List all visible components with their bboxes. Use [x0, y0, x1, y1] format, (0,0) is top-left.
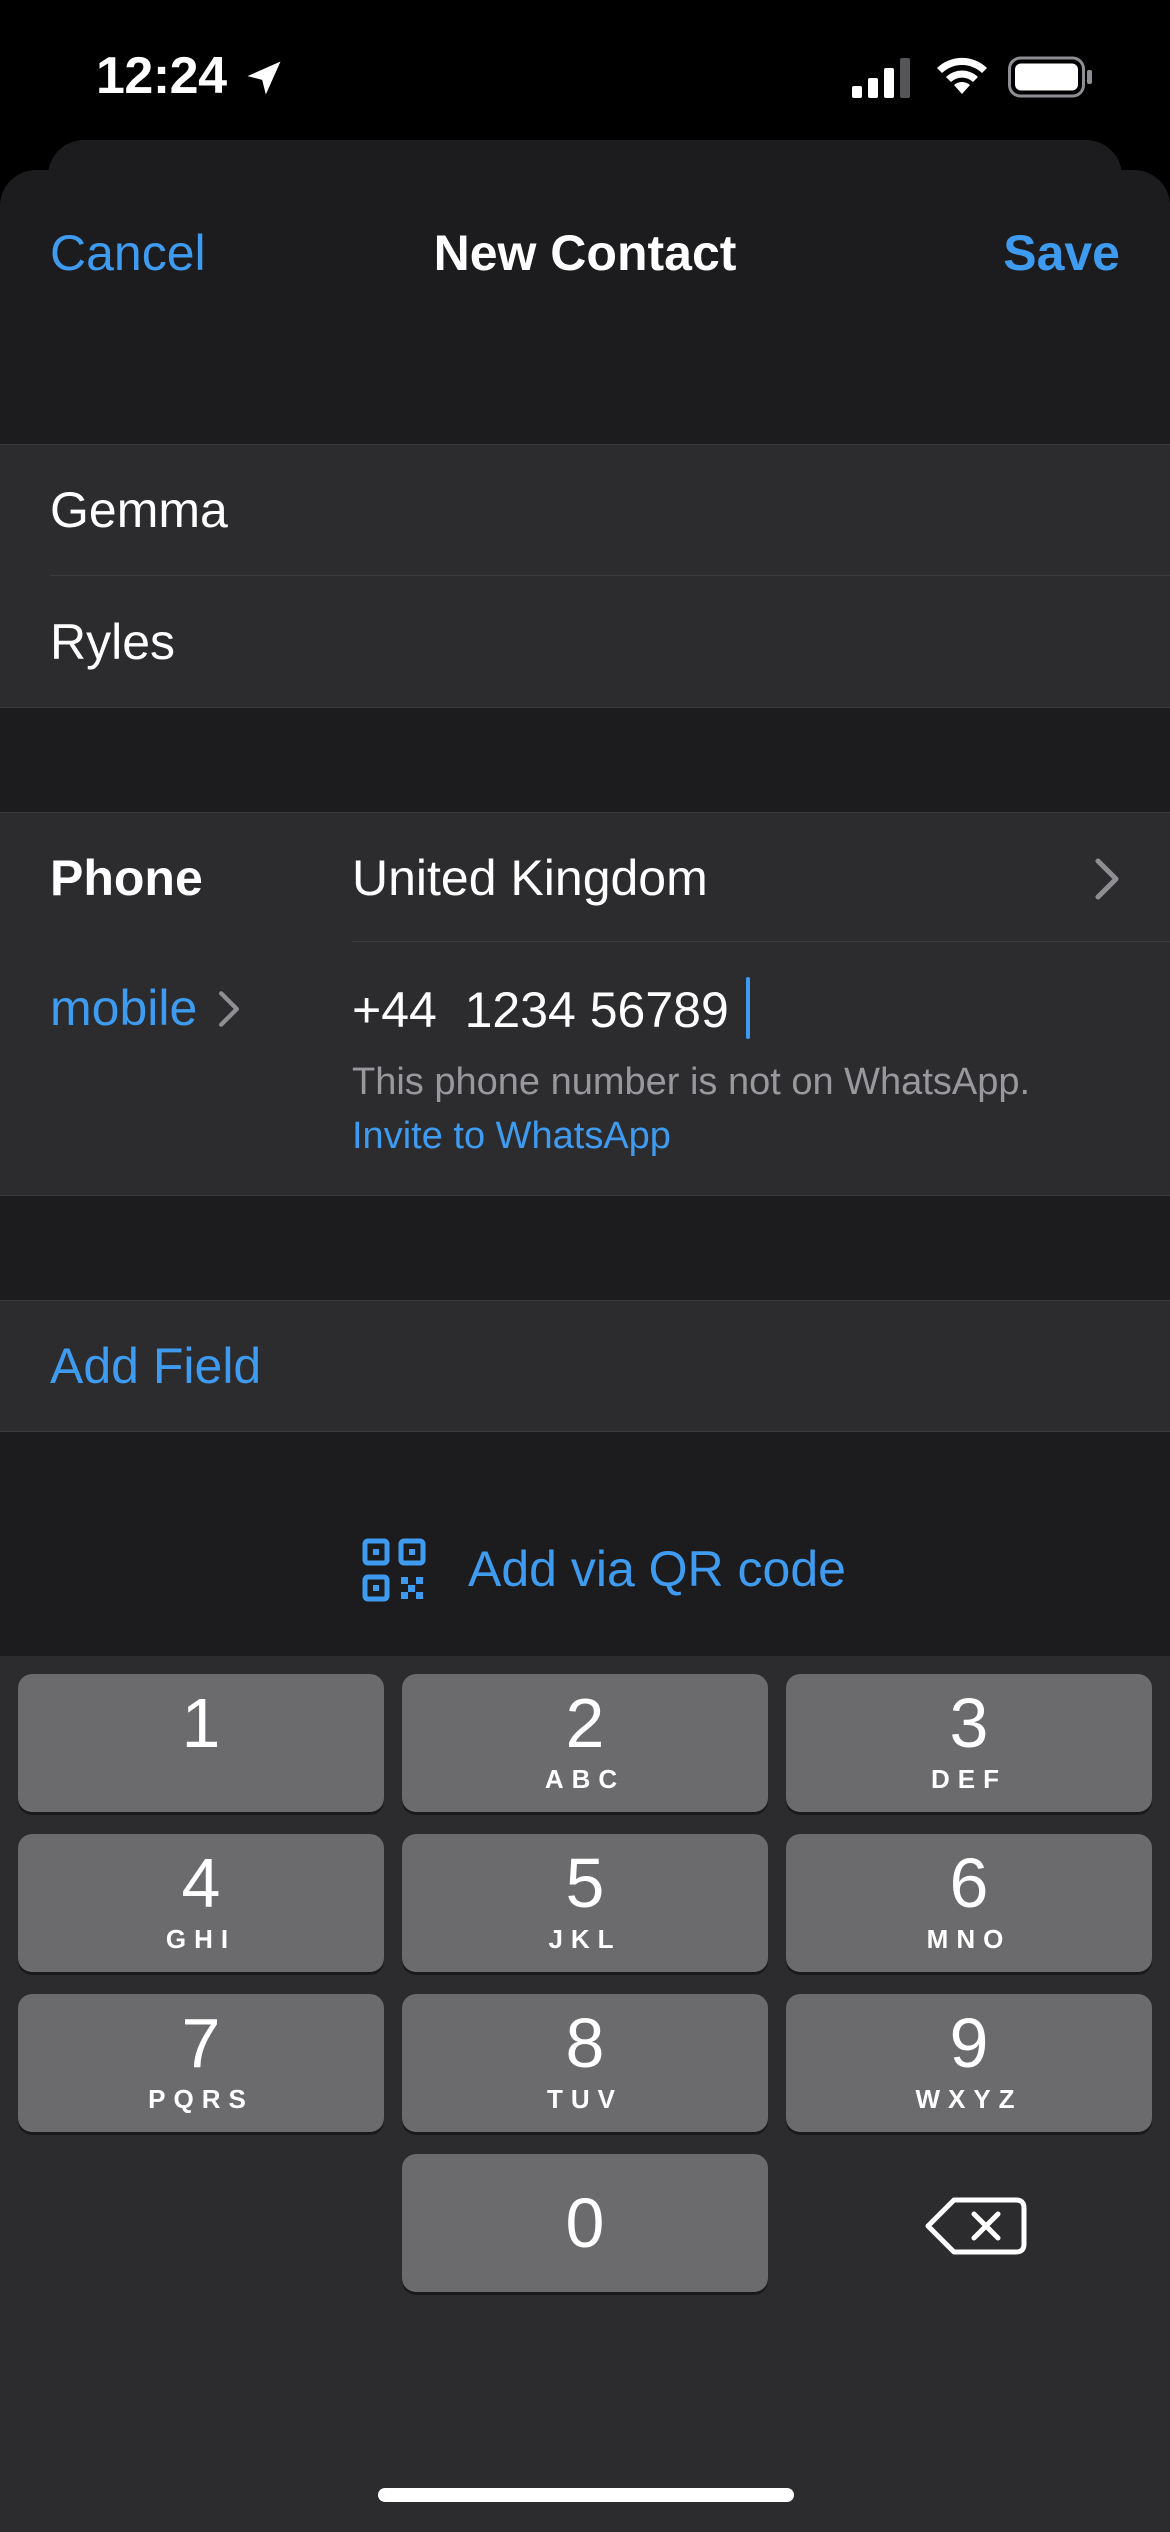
key-1[interactable]: 1	[18, 1674, 384, 1812]
chevron-right-icon	[1095, 858, 1119, 900]
add-field-row[interactable]: Add Field	[0, 1300, 1170, 1432]
add-via-qr-label: Add via QR code	[468, 1541, 846, 1597]
page-title: New Contact	[433, 225, 737, 281]
key-letters: GHI	[165, 1924, 237, 1954]
key-letters: PQRS	[148, 2084, 254, 2114]
new-contact-sheet: Cancel New Contact Save Gemma Ryles Phon…	[0, 170, 1170, 2532]
first-name-field[interactable]: Gemma	[0, 445, 1170, 575]
key-digit: 3	[949, 1684, 989, 1762]
key-letters: WXYZ	[915, 2084, 1023, 2114]
phone-number-input[interactable]	[352, 975, 1132, 1045]
key-digit: 2	[565, 1684, 605, 1762]
battery-icon	[1008, 56, 1092, 98]
phone-group: Phone United Kingdom mobile This phone n…	[0, 812, 1170, 1196]
key-digit: 7	[181, 2004, 221, 2082]
text-cursor	[746, 977, 750, 1039]
status-bar: 12:24	[0, 0, 1170, 150]
location-arrow-icon	[247, 61, 281, 95]
key-digit: 5	[565, 1844, 605, 1922]
key-digit: 1	[181, 1684, 221, 1762]
wifi-icon	[937, 57, 987, 94]
key-digit: 8	[565, 2004, 605, 2082]
numeric-keypad: 1 2 ABC 3 DEF 4 GHI 5 JKL 6 MNO 7 PQRS 8…	[0, 1656, 1170, 2532]
key-4[interactable]: 4 GHI	[18, 1834, 384, 1972]
key-letters: TUV	[547, 2084, 623, 2114]
add-via-qr-button[interactable]: Add via QR code	[0, 1520, 1170, 1620]
key-digit: 9	[949, 2004, 989, 2082]
phone-label: Phone	[50, 850, 203, 906]
backspace-icon[interactable]	[916, 2186, 1036, 2266]
key-0[interactable]: 0	[402, 2154, 768, 2292]
divider	[352, 941, 1170, 942]
chevron-right-icon	[219, 991, 239, 1027]
key-digit: 0	[565, 2184, 605, 2262]
last-name-field[interactable]: Ryles	[0, 577, 1170, 707]
key-5[interactable]: 5 JKL	[402, 1834, 768, 1972]
key-6[interactable]: 6 MNO	[786, 1834, 1152, 1972]
key-digit: 6	[949, 1844, 989, 1922]
cellular-signal-icon	[852, 58, 910, 98]
key-letters: MNO	[926, 1924, 1012, 1954]
whatsapp-status-text: This phone number is not on WhatsApp.	[352, 1061, 1031, 1103]
add-field-label: Add Field	[50, 1338, 262, 1394]
invite-to-whatsapp-link[interactable]: Invite to WhatsApp	[352, 1115, 671, 1158]
save-button[interactable]: Save	[1003, 224, 1120, 282]
key-letters: DEF	[931, 1764, 1007, 1794]
key-2[interactable]: 2 ABC	[402, 1674, 768, 1812]
qr-code-icon	[362, 1538, 426, 1602]
first-name-value: Gemma	[50, 482, 228, 538]
key-letters: ABC	[544, 1764, 626, 1794]
key-letters: JKL	[548, 1924, 622, 1954]
screen: 12:24 Cancel New Contact Save Gemma Ryle…	[0, 0, 1170, 2532]
key-9[interactable]: 9 WXYZ	[786, 1994, 1152, 2132]
nav-bar: Cancel New Contact Save	[0, 170, 1170, 340]
name-group: Gemma Ryles	[0, 444, 1170, 708]
last-name-value: Ryles	[50, 614, 176, 670]
divider	[50, 575, 1170, 576]
phone-type-label[interactable]: mobile	[50, 979, 197, 1037]
key-3[interactable]: 3 DEF	[786, 1674, 1152, 1812]
key-digit: 4	[181, 1844, 221, 1922]
home-indicator	[378, 2488, 794, 2502]
key-7[interactable]: 7 PQRS	[18, 1994, 384, 2132]
key-8[interactable]: 8 TUV	[402, 1994, 768, 2132]
status-time: 12:24	[96, 47, 227, 105]
country-selector[interactable]: United Kingdom	[352, 849, 708, 907]
